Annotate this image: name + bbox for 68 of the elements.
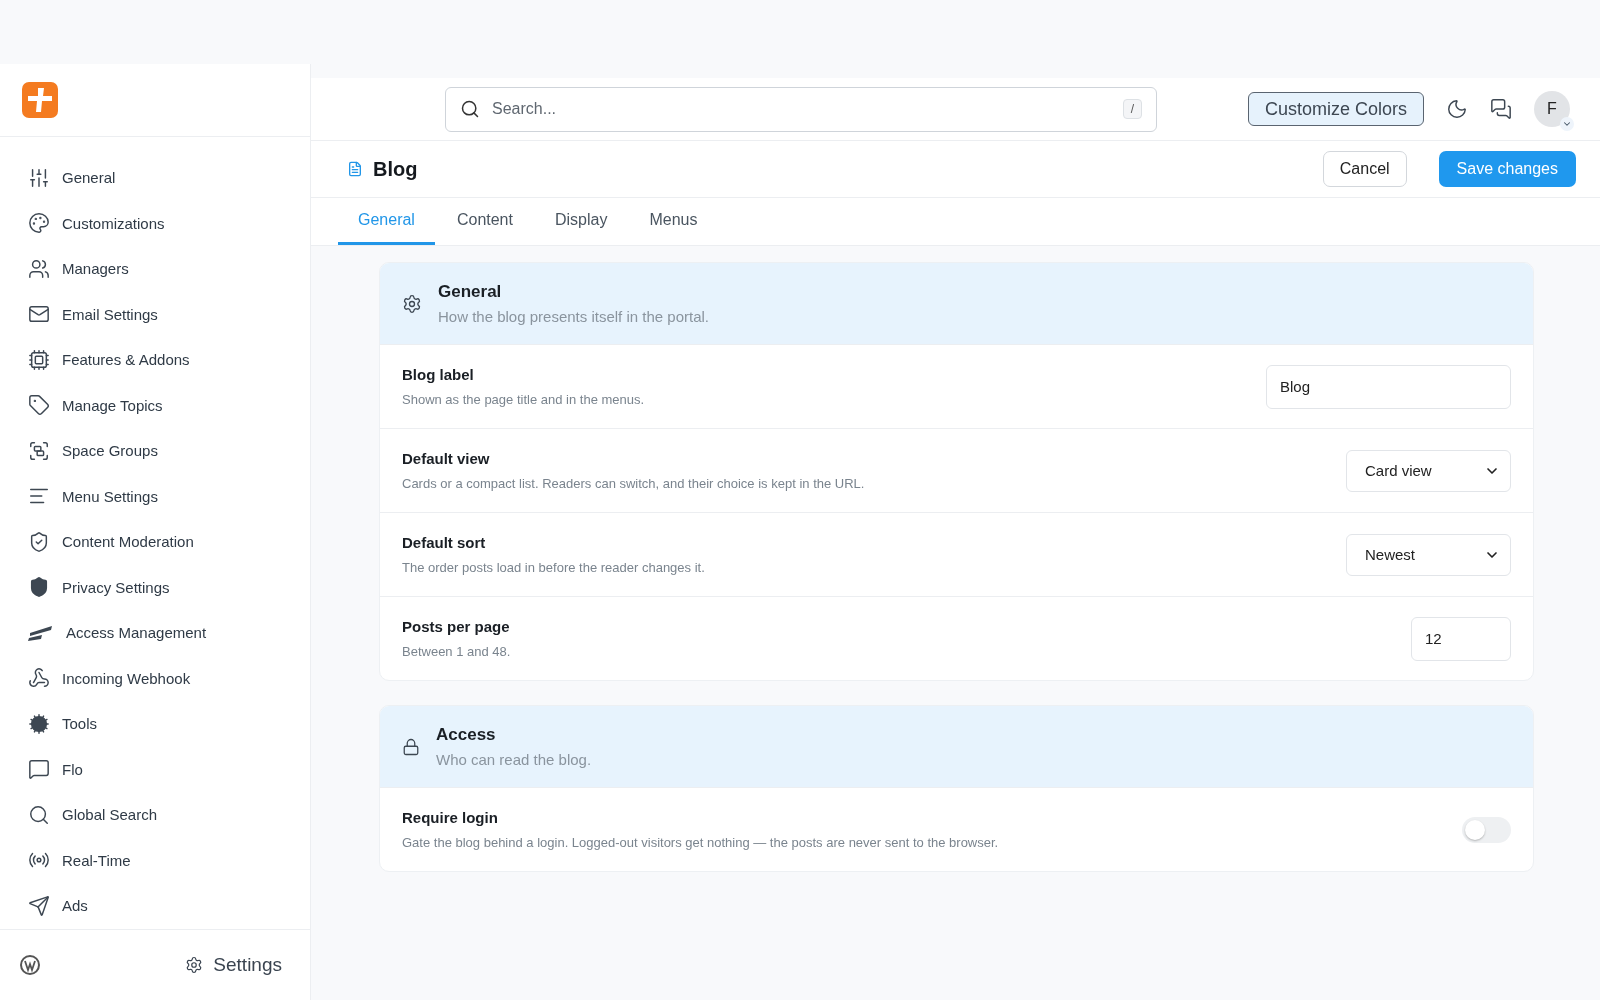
sidebar-item[interactable]: Manage Topics: [28, 382, 310, 429]
section-subtitle: How the blog presents itself in the portal.: [438, 308, 709, 325]
setting-label: Require login: [402, 809, 499, 826]
moon-icon[interactable]: [1446, 98, 1468, 120]
sliders-icon: [28, 166, 50, 189]
sidebar-item[interactable]: Ads: [28, 883, 310, 929]
tab[interactable]: Display: [534, 198, 628, 245]
shield-check-icon: [28, 530, 50, 553]
slanted-bars-icon: [28, 623, 54, 642]
chat-bubble-icon: [28, 758, 50, 781]
chat-bubbles-icon[interactable]: [1490, 98, 1512, 120]
sidebar-item[interactable]: Tools: [28, 701, 310, 747]
send-icon: [28, 894, 50, 917]
users-icon: [28, 257, 50, 280]
setting-label: Default view: [402, 450, 491, 467]
sidebar-item[interactable]: Space Groups: [28, 428, 310, 474]
wordpress-icon[interactable]: [20, 954, 40, 975]
setting-description: Cards or a compact list. Readers can switch, and their choice is kept in the URL.: [402, 476, 866, 491]
settings-button[interactable]: Settings: [179, 952, 288, 977]
setting-label: Posts per page: [402, 618, 511, 635]
shield-icon: [28, 576, 50, 599]
setting-label: Default sort: [402, 534, 487, 551]
sidebar-item[interactable]: Managers: [28, 246, 310, 292]
chip-icon: [28, 348, 50, 371]
lock-icon: [402, 737, 420, 756]
cancel-button[interactable]: Cancel: [1322, 151, 1407, 187]
sidebar-item[interactable]: Email Settings: [28, 291, 310, 338]
tag-icon: [28, 394, 50, 417]
select-field[interactable]: Newest: [1346, 533, 1511, 576]
sidebar-item[interactable]: General: [28, 155, 310, 201]
sidebar-item[interactable]: Flo: [28, 746, 310, 793]
gear-icon: [28, 712, 50, 735]
setting-description: The order posts load in before the reader changes it.: [402, 560, 706, 575]
setting-description: Shown as the page title and in the menus.: [402, 392, 646, 407]
sidebar-item[interactable]: Content Moderation: [28, 519, 310, 565]
sidebar-item[interactable]: Customizations: [28, 200, 310, 247]
group-icon: [28, 439, 50, 462]
document-icon: [347, 161, 363, 177]
search-icon: [28, 803, 50, 826]
palette-icon: [28, 212, 50, 235]
setting-label: Blog label: [402, 366, 475, 383]
tab[interactable]: Menus: [629, 198, 718, 245]
section-title: General: [438, 282, 503, 302]
number-field[interactable]: 12: [1411, 616, 1511, 661]
search-bar[interactable]: Search... /: [445, 86, 1157, 132]
gear-icon: [402, 293, 422, 314]
setting-description: Gate the blog behind a login. Logged-out visitors get nothing — the posts are never sent to the browser.: [402, 835, 1000, 850]
page-title: Blog: [373, 157, 418, 181]
select-field[interactable]: Card view: [1346, 449, 1511, 492]
sidebar-item[interactable]: Features & Addons: [28, 337, 310, 383]
logo-icon: [22, 82, 58, 119]
sidebar-item[interactable]: Global Search: [28, 792, 310, 838]
sidebar-item[interactable]: Menu Settings: [28, 473, 310, 520]
sidebar-item[interactable]: Privacy Settings: [28, 564, 310, 611]
shortcut-key: /: [1122, 99, 1142, 119]
sidebar-item[interactable]: Real-Time: [28, 837, 310, 884]
section-title: Access: [436, 725, 497, 745]
section-subtitle: Who can read the blog.: [436, 751, 592, 768]
tab[interactable]: Content: [436, 198, 533, 245]
customize-colors-button[interactable]: Customize Colors: [1247, 92, 1424, 126]
search-icon: [460, 99, 480, 119]
toggle-switch[interactable]: [1462, 816, 1511, 843]
webhook-icon: [28, 667, 50, 690]
text-field[interactable]: Blog: [1266, 364, 1511, 409]
sidebar-item[interactable]: Incoming Webhook: [28, 655, 310, 702]
sidebar-item[interactable]: Access Management: [28, 610, 310, 656]
setting-description: Between 1 and 48.: [402, 644, 512, 659]
gear-icon: [185, 955, 204, 974]
